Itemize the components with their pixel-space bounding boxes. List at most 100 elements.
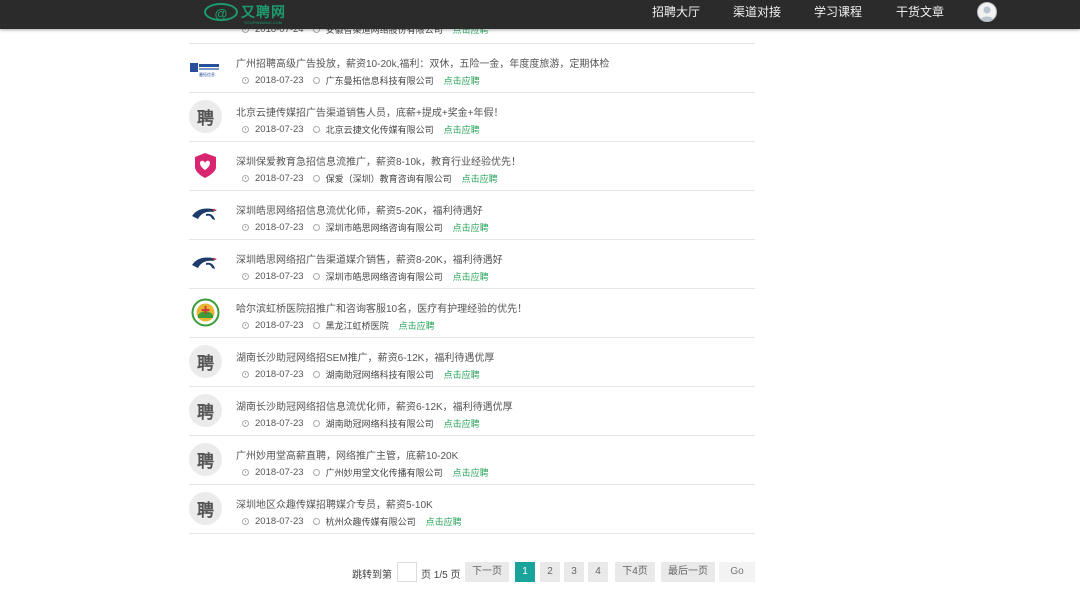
nav-item-channel[interactable]: 渠道对接 — [733, 0, 781, 25]
apply-link[interactable]: 点击应聘 — [462, 172, 498, 185]
job-company[interactable]: 湖南助冠网络科技有限公司 — [326, 417, 434, 430]
job-meta: 2018-07-23 深圳市皓思网络咨询有限公司 点击应聘 — [242, 270, 489, 283]
job-title[interactable]: 湖南长沙助冠网络招信息流优化师，薪资6-12K，福利待遇优厚 — [236, 398, 513, 413]
job-company[interactable]: 保爱（深圳）教育咨询有限公司 — [326, 172, 452, 185]
company-avatar: 聘 — [189, 443, 222, 476]
clock-icon — [242, 322, 249, 329]
site-logo[interactable]: @ 又聘网 YOUPINWANG.COM — [204, 1, 286, 25]
job-title[interactable]: 深圳皓思网络招广告渠道媒介销售，薪资8-20K，福利待遇好 — [236, 251, 503, 266]
apply-link[interactable]: 点击应聘 — [453, 466, 489, 479]
job-row[interactable]: 聘广州妙用堂高薪直聘，网络推广主管，底薪10-20K 2018-07-23 广州妙用… — [189, 436, 755, 485]
job-row[interactable]: 深圳皓思网络招信息流优化师，薪资5-20K，福利待遇好 2018-07-23 深圳市… — [189, 191, 755, 240]
job-row[interactable]: 聘北京云捷传媒招广告渠道销售人员，底薪+提成+奖金+年假！ 2018-07-23 北… — [189, 93, 755, 142]
apply-link[interactable]: 点击应聘 — [453, 270, 489, 283]
job-date: 2018-07-23 — [255, 75, 304, 86]
user-avatar-icon[interactable] — [977, 2, 997, 22]
page-button-2[interactable]: 2 — [540, 562, 560, 582]
apply-link[interactable]: 点击应聘 — [426, 515, 462, 528]
next-page-button[interactable]: 下一页 — [465, 562, 509, 582]
top-nav: @ 又聘网 YOUPINWANG.COM 招聘大厅 渠道对接 学习课程 干货文章 — [0, 0, 1080, 29]
job-row[interactable]: 哈尔滨虹桥医院招推广和咨询客服10名，医疗有护理经验的优先！ 2018-07-23… — [189, 289, 755, 338]
company-icon — [312, 273, 320, 280]
company-icon — [312, 518, 320, 525]
apply-link[interactable]: 点击应聘 — [444, 368, 480, 381]
apply-link[interactable]: 点击应聘 — [444, 417, 480, 430]
job-company[interactable]: 湖南助冠网络科技有限公司 — [326, 368, 434, 381]
company-avatar: 聘 — [189, 100, 222, 133]
apply-link[interactable]: 点击应聘 — [444, 123, 480, 136]
job-meta: 2018-07-23 深圳市皓思网络咨询有限公司 点击应聘 — [242, 221, 489, 234]
nav-item-articles[interactable]: 干货文章 — [896, 0, 944, 25]
job-row[interactable]: 聘深圳地区众趣传媒招聘媒介专员，薪资5-10K 2018-07-23 杭州众趣传媒有… — [189, 485, 755, 534]
job-title[interactable]: 北京云捷传媒招广告渠道销售人员，底薪+提成+奖金+年假！ — [236, 104, 504, 119]
clock-icon — [242, 469, 249, 476]
nav-item-hall[interactable]: 招聘大厅 — [652, 0, 700, 25]
last-page-button[interactable]: 最后一页 — [661, 562, 715, 582]
job-company[interactable]: 北京云捷文化传媒有限公司 — [326, 123, 434, 136]
job-company[interactable]: 深圳市皓思网络咨询有限公司 — [326, 270, 443, 283]
apply-link[interactable]: 点击应聘 — [444, 74, 480, 87]
job-row[interactable]: 聘湖南长沙助冠网络招SEM推广，薪资6-12K，福利待遇优厚 2018-07-23… — [189, 338, 755, 387]
job-title[interactable]: 广州招聘高级广告投放，薪资10-20k,福利：双休，五险一金，年度度旅游，定期体… — [236, 55, 609, 70]
company-avatar: 聘 — [189, 492, 222, 525]
company-logo-icon — [189, 247, 222, 280]
job-meta: 2018-07-23 杭州众趣传媒有限公司 点击应聘 — [242, 515, 462, 528]
company-icon — [312, 126, 320, 133]
job-title[interactable]: 深圳地区众趣传媒招聘媒介专员，薪资5-10K — [236, 496, 433, 511]
company-avatar: 聘 — [189, 345, 222, 378]
job-company[interactable]: 杭州众趣传媒有限公司 — [326, 515, 416, 528]
job-company[interactable]: 黑龙江虹桥医院 — [326, 319, 389, 332]
clock-icon — [242, 273, 249, 280]
job-title[interactable]: 哈尔滨虹桥医院招推广和咨询客服10名，医疗有护理经验的优先！ — [236, 300, 527, 315]
job-meta: 2018-07-23 北京云捷文化传媒有限公司 点击应聘 — [242, 123, 480, 136]
go-button[interactable]: Go — [719, 562, 755, 582]
job-meta: 2018-07-23 广东曼拓信息科技有限公司 点击应聘 — [242, 74, 480, 87]
job-title[interactable]: 湖南长沙助冠网络招SEM推广，薪资6-12K，福利待遇优厚 — [236, 349, 494, 364]
page-button-3[interactable]: 3 — [564, 562, 584, 582]
job-date: 2018-07-23 — [255, 467, 304, 478]
company-logo-icon — [189, 149, 222, 182]
page-button-4[interactable]: 4 — [588, 562, 608, 582]
job-row[interactable]: 聘湖南长沙助冠网络招信息流优化师，薪资6-12K，福利待遇优厚 2018-07-2… — [189, 387, 755, 436]
job-company[interactable]: 广东曼拓信息科技有限公司 — [326, 74, 434, 87]
job-company[interactable]: 广州妙用堂文化传播有限公司 — [326, 466, 443, 479]
company-logo-icon: 曼拓信息 — [189, 51, 222, 84]
clock-icon — [242, 420, 249, 427]
company-icon — [312, 469, 320, 476]
apply-link[interactable]: 点击应聘 — [399, 319, 435, 332]
clock-icon — [242, 518, 249, 525]
job-meta: 2018-07-23 黑龙江虹桥医院 点击应聘 — [242, 319, 435, 332]
job-row[interactable]: 深圳保爱教育急招信息流推广，薪资8-10k，教育行业经验优先！ 2018-07-2… — [189, 142, 755, 191]
job-title[interactable]: 广州妙用堂高薪直聘，网络推广主管，底薪10-20K — [236, 447, 458, 462]
nav-item-courses[interactable]: 学习课程 — [814, 0, 862, 25]
job-row[interactable]: 曼拓信息 广州招聘高级广告投放，薪资10-20k,福利：双休，五险一金，年度度旅游… — [189, 44, 755, 93]
job-row[interactable]: 深圳皓思网络招广告渠道媒介销售，薪资8-20K，福利待遇好 2018-07-23 深… — [189, 240, 755, 289]
job-date: 2018-07-23 — [255, 369, 304, 380]
company-icon — [312, 420, 320, 427]
job-date: 2018-07-23 — [255, 320, 304, 331]
page-button-1[interactable]: 1 — [515, 562, 535, 582]
logo-mark-icon: @ — [204, 3, 238, 21]
company-icon — [312, 77, 320, 84]
job-date: 2018-07-23 — [255, 173, 304, 184]
job-date: 2018-07-23 — [255, 516, 304, 527]
job-title[interactable]: 深圳保爱教育急招信息流推广，薪资8-10k，教育行业经验优先！ — [236, 153, 521, 168]
page-jump-input[interactable] — [397, 562, 417, 582]
job-date: 2018-07-23 — [255, 222, 304, 233]
clock-icon — [242, 371, 249, 378]
job-company[interactable]: 深圳市皓思网络咨询有限公司 — [326, 221, 443, 234]
jump-label: 跳转到第 — [352, 570, 392, 581]
company-avatar: 聘 — [189, 394, 222, 427]
job-date: 2018-07-23 — [255, 418, 304, 429]
clock-icon — [242, 77, 249, 84]
job-meta: 2018-07-23 保爱（深圳）教育咨询有限公司 点击应聘 — [242, 172, 498, 185]
apply-link[interactable]: 点击应聘 — [453, 221, 489, 234]
next-4-pages-button[interactable]: 下4页 — [615, 562, 655, 582]
job-date: 2018-07-23 — [255, 124, 304, 135]
clock-icon — [242, 175, 249, 182]
company-logo-text: 曼拓信息 — [199, 72, 215, 77]
company-icon — [312, 371, 320, 378]
logo-subtext: YOUPINWANG.COM — [244, 20, 283, 25]
company-icon — [312, 224, 320, 231]
job-title[interactable]: 深圳皓思网络招信息流优化师，薪资5-20K，福利待遇好 — [236, 202, 483, 217]
